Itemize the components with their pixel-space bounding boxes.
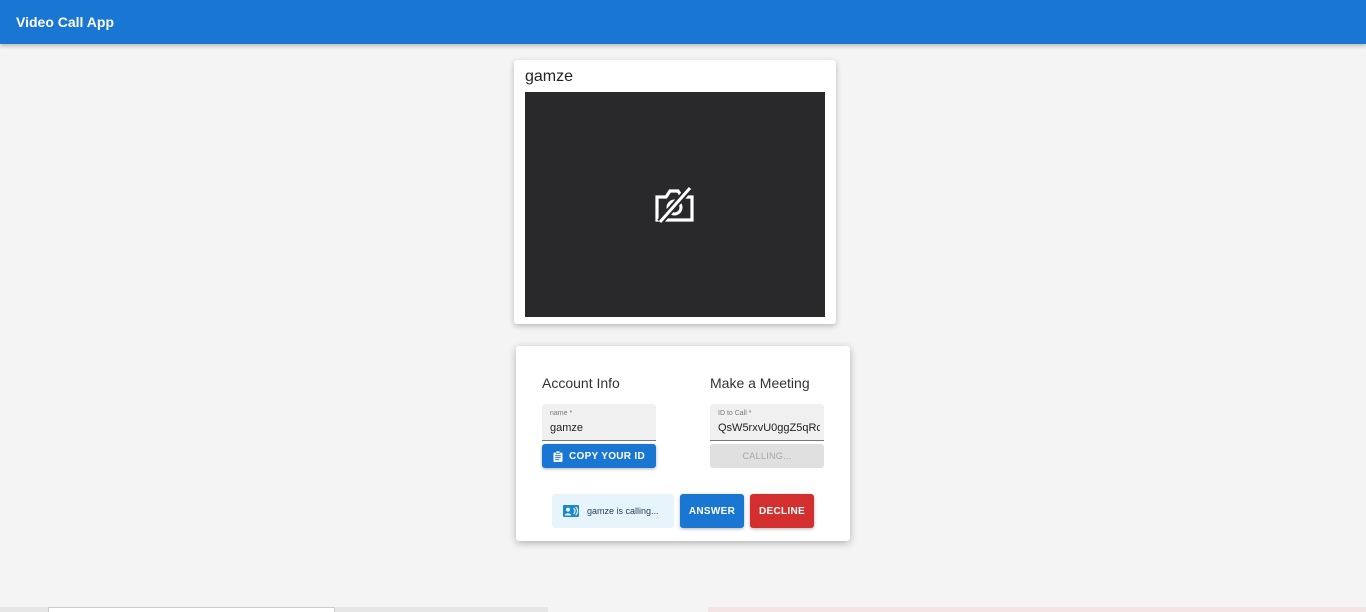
contact-card-icon bbox=[563, 505, 579, 517]
incoming-call-text: gamze is calling... bbox=[587, 506, 659, 516]
answer-button[interactable]: ANSWER bbox=[680, 494, 744, 528]
name-field-label: name * bbox=[550, 410, 573, 417]
incoming-call-notice: gamze is calling... bbox=[552, 494, 674, 528]
videocam-off-icon bbox=[655, 185, 694, 223]
id-to-call-label: ID to Call * bbox=[718, 410, 752, 417]
bottom-strip-right bbox=[708, 607, 1366, 612]
call-controls-card: Account Info Make a Meeting name * ID to… bbox=[516, 346, 850, 541]
id-to-call-input[interactable] bbox=[718, 421, 820, 435]
bottom-strip-input bbox=[48, 607, 335, 612]
app-title: Video Call App bbox=[16, 14, 115, 30]
video-participant-name: gamze bbox=[525, 68, 574, 85]
name-field[interactable]: name * bbox=[542, 404, 656, 441]
account-info-title: Account Info bbox=[542, 375, 620, 391]
calling-button[interactable]: CALLING... bbox=[710, 444, 824, 468]
decline-button[interactable]: DECLINE bbox=[750, 494, 814, 528]
video-area bbox=[525, 92, 825, 317]
clipboard-icon bbox=[553, 450, 563, 462]
video-card: gamze bbox=[514, 60, 836, 324]
make-meeting-title: Make a Meeting bbox=[710, 375, 810, 391]
app-bar: Video Call App bbox=[0, 0, 1366, 44]
copy-id-button[interactable]: COPY YOUR ID bbox=[542, 444, 656, 468]
id-to-call-field[interactable]: ID to Call * bbox=[710, 404, 824, 441]
copy-id-label: COPY YOUR ID bbox=[568, 450, 646, 462]
name-input[interactable] bbox=[550, 421, 652, 435]
